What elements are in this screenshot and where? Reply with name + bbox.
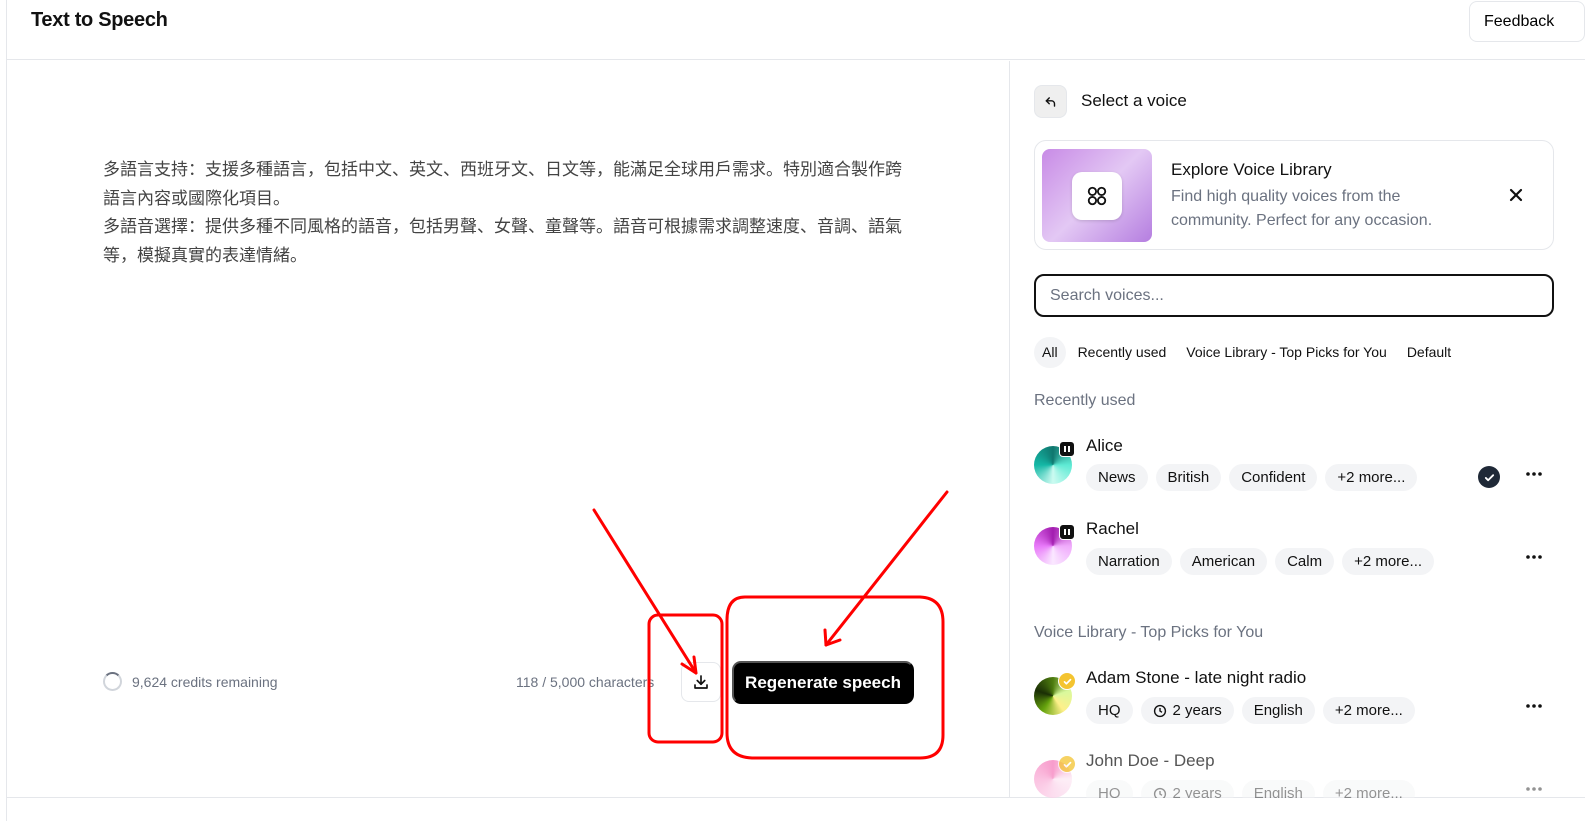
voice-tag: British [1155, 464, 1222, 491]
more-options-button[interactable] [1522, 694, 1546, 718]
more-dots-icon [1526, 472, 1542, 476]
back-button[interactable] [1034, 85, 1067, 118]
download-icon [694, 675, 708, 689]
voice-item-rachel[interactable]: Rachel Narration American Calm +2 more..… [1034, 519, 1574, 591]
voice-tag: HQ [1086, 697, 1133, 724]
search-voices-input[interactable] [1034, 274, 1554, 317]
explore-title: Explore Voice Library [1171, 160, 1332, 179]
voice-tags: HQ 2 years English +2 more... [1086, 780, 1415, 798]
voice-tags: Narration American Calm +2 more... [1086, 548, 1435, 575]
voice-tag-more[interactable]: +2 more... [1342, 548, 1435, 575]
voice-item-alice[interactable]: Alice News British Confident +2 more... [1034, 436, 1574, 508]
voice-name: Adam Stone - late night radio [1086, 668, 1307, 687]
character-count: 118 / 5,000 characters [516, 674, 655, 690]
section-recently-used: Recently used [1034, 392, 1136, 409]
voice-name: John Doe - Deep [1086, 751, 1215, 770]
explore-description: Find high quality voices from the commun… [1171, 188, 1433, 229]
credits-remaining: 9,624 credits remaining [132, 673, 278, 690]
filter-tab-default[interactable]: Default [1399, 337, 1459, 368]
voice-tag-age-text: 2 years [1172, 702, 1222, 719]
voice-tags: News British Confident +2 more... [1086, 464, 1418, 491]
more-options-button[interactable] [1522, 462, 1546, 486]
close-icon [1509, 188, 1523, 202]
credits-progress-icon [103, 672, 122, 691]
download-button[interactable] [681, 662, 721, 702]
credits-indicator: 9,624 credits remaining [103, 672, 278, 691]
voice-tag-more[interactable]: +2 more... [1322, 780, 1415, 798]
voice-tag-more[interactable]: +2 more... [1325, 464, 1418, 491]
section-top-picks: Voice Library - Top Picks for You [1034, 624, 1264, 641]
voice-tag: News [1086, 464, 1148, 491]
filter-tabs: All Recently used Voice Library - Top Pi… [1034, 337, 1459, 368]
voice-tag-age-text: 2 years [1172, 785, 1222, 798]
voice-tag-more[interactable]: +2 more... [1322, 697, 1415, 724]
voice-tag: HQ [1086, 780, 1133, 798]
regenerate-speech-button[interactable]: Regenerate speech [732, 661, 914, 704]
more-options-button[interactable] [1522, 777, 1546, 798]
voice-tag-age: 2 years [1140, 697, 1234, 724]
voice-name: Alice [1086, 436, 1123, 455]
page-title: Text to Speech [31, 9, 168, 31]
voice-item-john-doe[interactable]: John Doe - Deep HQ 2 years English +2 mo… [1034, 751, 1574, 798]
voice-tag: English [1241, 697, 1315, 724]
more-dots-icon [1526, 555, 1542, 559]
voice-tags: HQ 2 years English +2 more... [1086, 697, 1415, 724]
text-editor[interactable]: 多語言支持：支援多種語言，包括中文、英文、西班牙文、日文等，能滿足全球用戶需求。… [103, 156, 913, 270]
voice-tag: American [1179, 548, 1268, 575]
explore-thumbnail [1042, 149, 1152, 242]
filter-tab-top-picks[interactable]: Voice Library - Top Picks for You [1178, 337, 1395, 368]
verified-badge-icon [1058, 755, 1076, 773]
editor-pane: 多語言支持：支援多種語言，包括中文、英文、西班牙文、日文等，能滿足全球用戶需求。… [7, 61, 1010, 798]
verified-badge-icon [1058, 672, 1076, 690]
voice-library-icon [1072, 171, 1122, 220]
pause-icon[interactable] [1059, 441, 1075, 457]
voice-item-adam-stone[interactable]: Adam Stone - late night radio HQ 2 years… [1034, 668, 1574, 740]
filter-tab-all[interactable]: All [1034, 337, 1066, 368]
voice-tag: English [1241, 780, 1315, 798]
select-voice-title: Select a voice [1081, 91, 1187, 110]
voice-name: Rachel [1086, 519, 1139, 538]
back-arrow-icon [1045, 96, 1055, 107]
more-options-button[interactable] [1522, 545, 1546, 569]
clock-icon [1153, 704, 1166, 717]
voice-tag: Calm [1275, 548, 1335, 575]
selected-check-icon [1478, 466, 1500, 488]
feedback-button[interactable]: Feedback [1469, 1, 1585, 42]
filter-tab-recently-used[interactable]: Recently used [1070, 337, 1175, 368]
more-dots-icon [1526, 787, 1542, 791]
more-dots-icon [1526, 704, 1542, 708]
clock-icon [1153, 787, 1166, 798]
explore-voice-library-card[interactable]: Explore Voice Library Find high quality … [1034, 140, 1554, 250]
voice-tag-age: 2 years [1140, 780, 1234, 798]
close-explore-button[interactable] [1504, 183, 1528, 207]
top-bar: Text to Speech Feedback [7, 0, 1585, 60]
voice-tag: Narration [1086, 548, 1172, 575]
voice-tag: Confident [1229, 464, 1318, 491]
voice-sidebar: Select a voice Explore Voice Library Fin… [1010, 61, 1585, 798]
pause-icon[interactable] [1059, 524, 1075, 540]
